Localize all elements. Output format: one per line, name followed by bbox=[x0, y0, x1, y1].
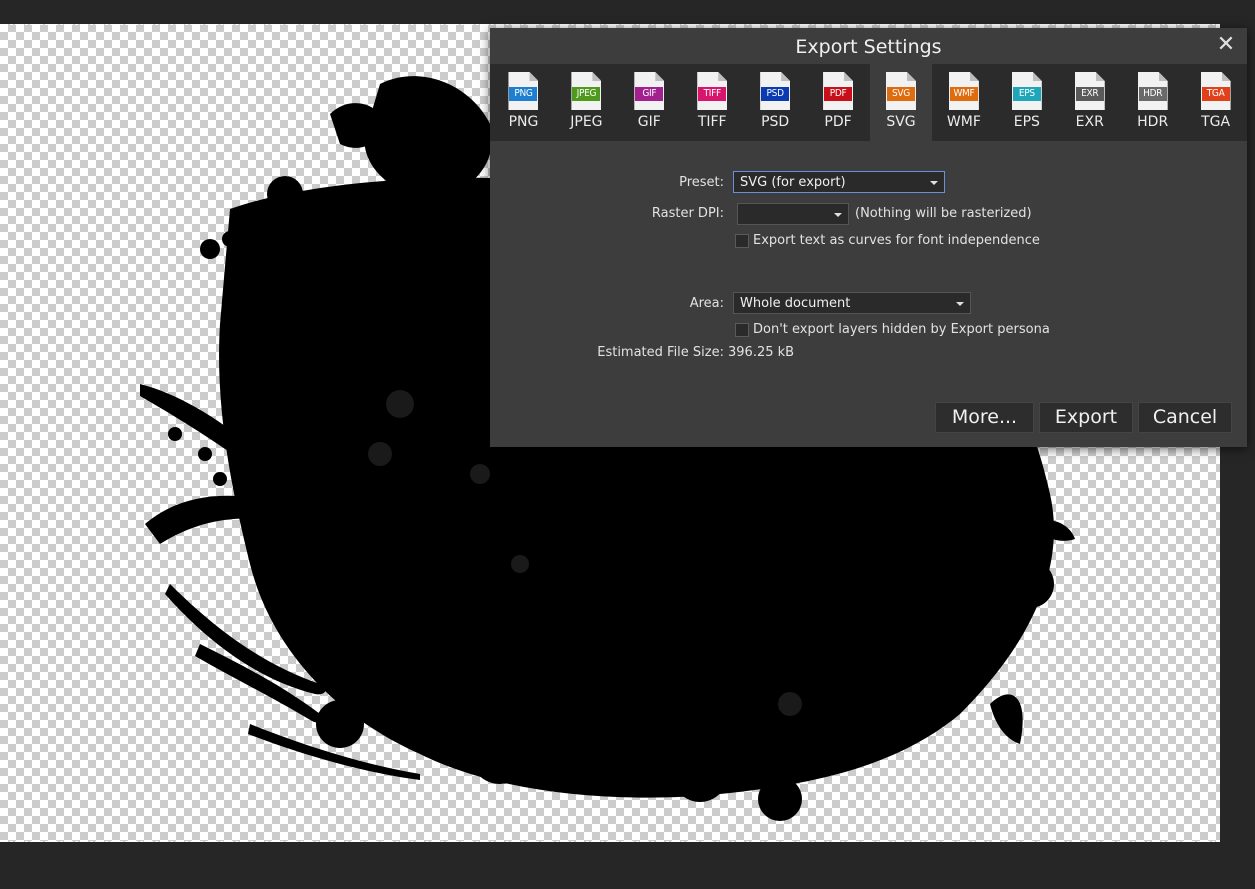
file-wmf-icon: WMF bbox=[948, 72, 979, 110]
dialog-title-bar[interactable]: Export Settings ✕ bbox=[490, 28, 1247, 64]
format-tab-eps[interactable]: EPS EPS bbox=[995, 64, 1058, 141]
raster-dpi-combobox[interactable] bbox=[737, 203, 849, 225]
file-type-tag: GIF bbox=[635, 87, 664, 101]
format-tab-label: PDF bbox=[824, 114, 852, 130]
format-tab-label: TGA bbox=[1201, 114, 1231, 130]
file-png-icon: PNG bbox=[508, 72, 539, 110]
file-type-tag: PNG bbox=[509, 87, 538, 101]
close-icon[interactable]: ✕ bbox=[1215, 34, 1237, 56]
raster-dpi-note: (Nothing will be rasterized) bbox=[855, 206, 1032, 221]
file-type-tag: PSD bbox=[761, 87, 790, 101]
format-tab-bar: PNG PNG JPEG JPEG GIF GIF TIFF TIFF PSD PSD PDF PDF… bbox=[490, 64, 1247, 141]
format-tab-wmf[interactable]: WMF WMF bbox=[932, 64, 995, 141]
canvas-border-bottom bbox=[0, 841, 1220, 842]
area-dropdown[interactable]: Whole document bbox=[733, 292, 971, 314]
format-tab-label: PSD bbox=[761, 114, 790, 130]
format-tab-pdf[interactable]: PDF PDF bbox=[807, 64, 870, 141]
file-size-value: 396.25 kB bbox=[728, 345, 795, 360]
file-type-tag: HDR bbox=[1138, 87, 1167, 101]
file-tga-icon: TGA bbox=[1200, 72, 1231, 110]
cancel-button[interactable]: Cancel bbox=[1138, 402, 1232, 433]
file-eps-icon: EPS bbox=[1011, 72, 1042, 110]
file-psd-icon: PSD bbox=[760, 72, 791, 110]
format-tab-jpeg[interactable]: JPEG JPEG bbox=[555, 64, 618, 141]
format-tab-label: PNG bbox=[508, 114, 539, 130]
format-tab-exr[interactable]: EXR EXR bbox=[1058, 64, 1121, 141]
format-tab-svg[interactable]: SVG SVG bbox=[869, 64, 933, 141]
text-as-curves-checkbox[interactable] bbox=[735, 234, 749, 248]
format-tab-label: EXR bbox=[1075, 114, 1104, 130]
file-type-tag: SVG bbox=[886, 87, 915, 101]
file-type-tag: PDF bbox=[824, 87, 853, 101]
format-tab-psd[interactable]: PSD PSD bbox=[744, 64, 807, 141]
file-size-label: Estimated File Size: bbox=[597, 345, 724, 360]
format-tab-label: GIF bbox=[637, 114, 661, 130]
format-tab-label: SVG bbox=[886, 114, 916, 130]
chevron-down-icon[interactable] bbox=[834, 213, 842, 217]
preset-value: SVG (for export) bbox=[740, 175, 846, 190]
export-settings-dialog: Export Settings ✕ PNG PNG JPEG JPEG GIF GIF TI… bbox=[490, 28, 1247, 447]
file-type-tag: WMF bbox=[949, 87, 978, 101]
format-tab-label: EPS bbox=[1013, 114, 1040, 130]
dialog-title: Export Settings bbox=[795, 36, 942, 58]
format-tab-label: TIFF bbox=[697, 114, 727, 130]
file-pdf-icon: PDF bbox=[823, 72, 854, 110]
format-tab-label: HDR bbox=[1137, 114, 1169, 130]
text-as-curves-label[interactable]: Export text as curves for font independe… bbox=[753, 233, 1040, 248]
more-button[interactable]: More... bbox=[935, 402, 1034, 433]
file-type-tag: EPS bbox=[1012, 87, 1041, 101]
export-button[interactable]: Export bbox=[1039, 402, 1133, 433]
file-gif-icon: GIF bbox=[634, 72, 665, 110]
chevron-down-icon bbox=[930, 181, 938, 185]
file-exr-icon: EXR bbox=[1074, 72, 1105, 110]
chevron-down-icon bbox=[956, 302, 964, 306]
file-type-tag: EXR bbox=[1075, 87, 1104, 101]
raster-dpi-label: Raster DPI: bbox=[651, 206, 724, 221]
hidden-layers-label[interactable]: Don't export layers hidden by Export per… bbox=[753, 322, 1050, 337]
area-label: Area: bbox=[689, 296, 724, 311]
format-tab-png[interactable]: PNG PNG bbox=[492, 64, 555, 141]
format-tab-label: JPEG bbox=[570, 114, 603, 130]
format-tab-hdr[interactable]: HDR HDR bbox=[1121, 64, 1184, 141]
file-tiff-icon: TIFF bbox=[697, 72, 728, 110]
file-hdr-icon: HDR bbox=[1137, 72, 1168, 110]
format-tab-tiff[interactable]: TIFF TIFF bbox=[681, 64, 744, 141]
file-svg-icon: SVG bbox=[885, 72, 916, 110]
file-type-tag: TIFF bbox=[698, 87, 727, 101]
file-type-tag: TGA bbox=[1201, 87, 1230, 101]
format-tab-label: WMF bbox=[946, 114, 981, 130]
preset-label: Preset: bbox=[679, 175, 724, 190]
file-type-tag: JPEG bbox=[572, 87, 601, 101]
preset-dropdown[interactable]: SVG (for export) bbox=[733, 171, 945, 193]
format-tab-gif[interactable]: GIF GIF bbox=[618, 64, 681, 141]
file-jpeg-icon: JPEG bbox=[571, 72, 602, 110]
hidden-layers-checkbox[interactable] bbox=[735, 323, 749, 337]
area-value: Whole document bbox=[740, 296, 851, 311]
format-tab-tga[interactable]: TGA TGA bbox=[1184, 64, 1247, 141]
